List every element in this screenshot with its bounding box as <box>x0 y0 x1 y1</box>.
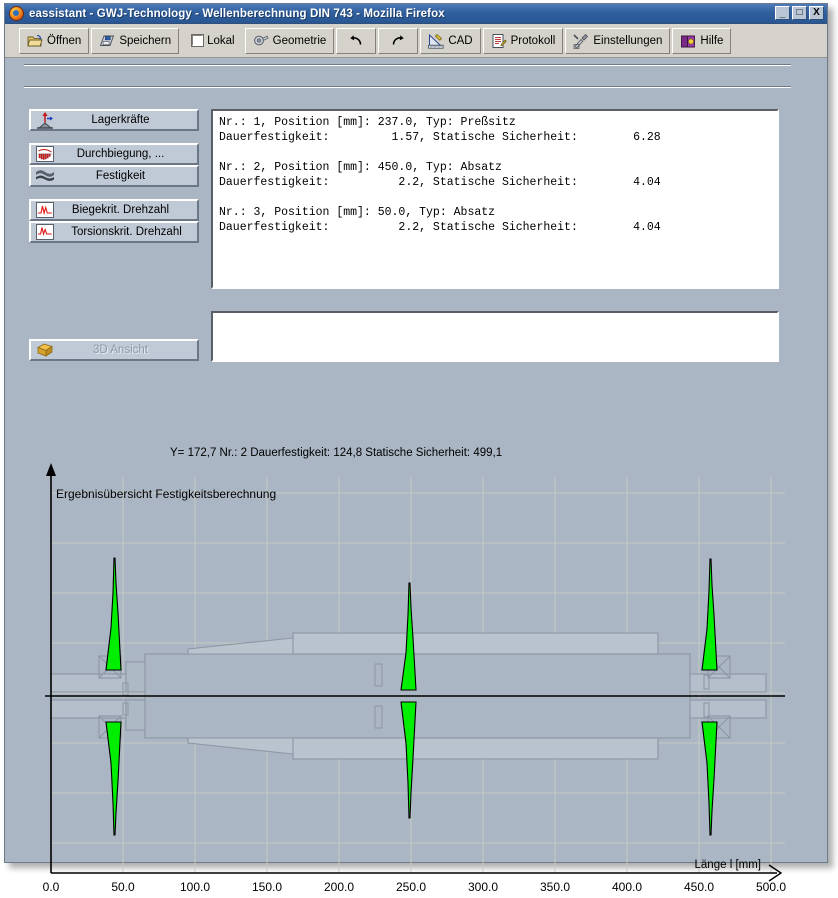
x-axis <box>51 865 781 881</box>
x-tick-2: 100.0 <box>180 880 210 894</box>
bending-speed-icon <box>34 201 56 219</box>
sidebar-gap-2 <box>29 187 199 199</box>
x-tick-0: 0.0 <box>43 880 60 894</box>
strength-chart[interactable]: Ergebnisübersicht Festigkeitsberechnung … <box>25 463 791 898</box>
x-tick-8: 400.0 <box>612 880 642 894</box>
results-panel[interactable]: Nr.: 1, Position [mm]: 237.0, Typ: Preßs… <box>211 109 779 289</box>
sidebar: Lagerkräfte Durchb <box>29 109 199 361</box>
save-button[interactable]: Speichern <box>91 28 179 54</box>
x-tick-6: 300.0 <box>468 880 498 894</box>
lokal-checkbox-label: Lokal <box>207 35 235 47</box>
chart-svg: Ergebnisübersicht Festigkeitsberechnung … <box>25 463 791 898</box>
maximize-label: □ <box>793 7 806 19</box>
window-controls: _ □ X <box>775 6 824 20</box>
strength-icon <box>34 167 56 185</box>
einstellungen-button-label: Einstellungen <box>593 35 662 47</box>
title-bar: eassistant - GWJ-Technology - Wellenbere… <box>5 4 827 24</box>
x-tick-5: 250.0 <box>396 880 426 894</box>
x-tick-3: 150.0 <box>252 880 282 894</box>
chart-status-line: Y= 172,7 Nr.: 2 Dauerfestigkeit: 124,8 S… <box>170 447 502 459</box>
undo-arrow-icon <box>348 33 364 49</box>
firefox-icon <box>9 6 24 21</box>
close-label: X <box>810 7 823 19</box>
floppy-disk-icon <box>99 33 115 49</box>
window-title: eassistant - GWJ-Technology - Wellenbere… <box>29 8 445 20</box>
geometrie-button-label: Geometrie <box>273 35 327 47</box>
sidebar-item-3d-ansicht[interactable]: 3D Ansicht <box>29 339 199 361</box>
protokoll-button-label: Protokoll <box>511 35 556 47</box>
x-axis-label: Länge l [mm] <box>695 859 761 871</box>
save-button-label: Speichern <box>119 35 171 47</box>
sidebar-item-torsionskrit-drehzahl[interactable]: Torsionskrit. Drehzahl <box>29 221 199 243</box>
sidebar-gap <box>29 131 199 143</box>
geometrie-button[interactable]: Geometrie <box>245 28 335 54</box>
results-text: Nr.: 1, Position [mm]: 237.0, Typ: Preßs… <box>219 115 771 235</box>
y-axis <box>46 463 56 873</box>
application-window: eassistant - GWJ-Technology - Wellenbere… <box>4 3 828 863</box>
minimize-label: _ <box>776 9 789 19</box>
checkbox-icon[interactable] <box>192 35 203 46</box>
x-tick-labels: 0.0 50.0 100.0 150.0 200.0 250.0 300.0 3… <box>43 880 787 894</box>
content-area: Lagerkräfte Durchb <box>5 58 827 861</box>
sidebar-gap-3 <box>29 243 199 339</box>
hilfe-button-label: Hilfe <box>700 35 723 47</box>
x-tick-10: 500.0 <box>756 880 786 894</box>
sidebar-item-festigkeit[interactable]: Festigkeit <box>29 165 199 187</box>
cad-ruler-icon <box>428 33 444 49</box>
help-book-icon <box>680 33 696 49</box>
deflection-chart-icon <box>34 145 56 163</box>
x-tick-9: 450.0 <box>684 880 714 894</box>
hilfe-button[interactable]: Hilfe <box>672 28 731 54</box>
x-tick-1: 50.0 <box>111 880 135 894</box>
minimize-button[interactable]: _ <box>775 6 790 20</box>
sidebar-item-torsionskrit-drehzahl-label: Torsionskrit. Drehzahl <box>58 226 197 238</box>
sidebar-item-3d-ansicht-label: 3D Ansicht <box>58 344 197 356</box>
einstellungen-button[interactable]: Einstellungen <box>565 28 670 54</box>
separator-second <box>24 86 791 88</box>
separator-top <box>24 64 791 66</box>
sidebar-item-biegekrit-drehzahl-label: Biegekrit. Drehzahl <box>58 204 197 216</box>
sidebar-item-durchbiegung-label: Durchbiegung, ... <box>58 148 197 160</box>
redo-button[interactable] <box>378 28 418 54</box>
sidebar-item-festigkeit-label: Festigkeit <box>58 170 197 182</box>
close-button[interactable]: X <box>809 6 824 20</box>
protokoll-button[interactable]: Protokoll <box>483 28 564 54</box>
spike-down-nr1 <box>401 702 416 818</box>
tools-icon <box>573 33 589 49</box>
open-button-label: Öffnen <box>47 35 81 47</box>
undo-button[interactable] <box>336 28 376 54</box>
x-tick-7: 350.0 <box>540 880 570 894</box>
lokal-checkbox[interactable]: Lokal <box>184 28 243 54</box>
x-tick-4: 200.0 <box>324 880 354 894</box>
gear-shaft-icon <box>253 33 269 49</box>
sidebar-item-lagerkraefte[interactable]: Lagerkräfte <box>29 109 199 131</box>
y-axis-arrow <box>46 463 56 476</box>
open-folder-icon <box>27 33 43 49</box>
redo-arrow-icon <box>390 33 406 49</box>
sidebar-item-durchbiegung[interactable]: Durchbiegung, ... <box>29 143 199 165</box>
spike-down-nr2 <box>702 722 717 835</box>
sidebar-item-lagerkraefte-label: Lagerkräfte <box>58 114 197 126</box>
cad-button[interactable]: CAD <box>420 28 480 54</box>
spike-down-nr3 <box>106 722 121 835</box>
bearing-force-icon <box>34 111 56 129</box>
maximize-button[interactable]: □ <box>792 6 807 20</box>
sidebar-item-biegekrit-drehzahl[interactable]: Biegekrit. Drehzahl <box>29 199 199 221</box>
document-pen-icon <box>491 33 507 49</box>
torsion-speed-icon <box>34 223 56 241</box>
chart-title: Ergebnisübersicht Festigkeitsberechnung <box>56 487 276 501</box>
spike-up-nr3 <box>106 558 121 670</box>
cube-3d-icon <box>34 341 56 359</box>
message-panel[interactable] <box>211 311 779 362</box>
open-button[interactable]: Öffnen <box>19 28 89 54</box>
main-toolbar: Öffnen Speichern Lokal Geometrie <box>5 24 827 58</box>
spike-up-nr2 <box>702 559 717 670</box>
cad-button-label: CAD <box>448 35 472 47</box>
